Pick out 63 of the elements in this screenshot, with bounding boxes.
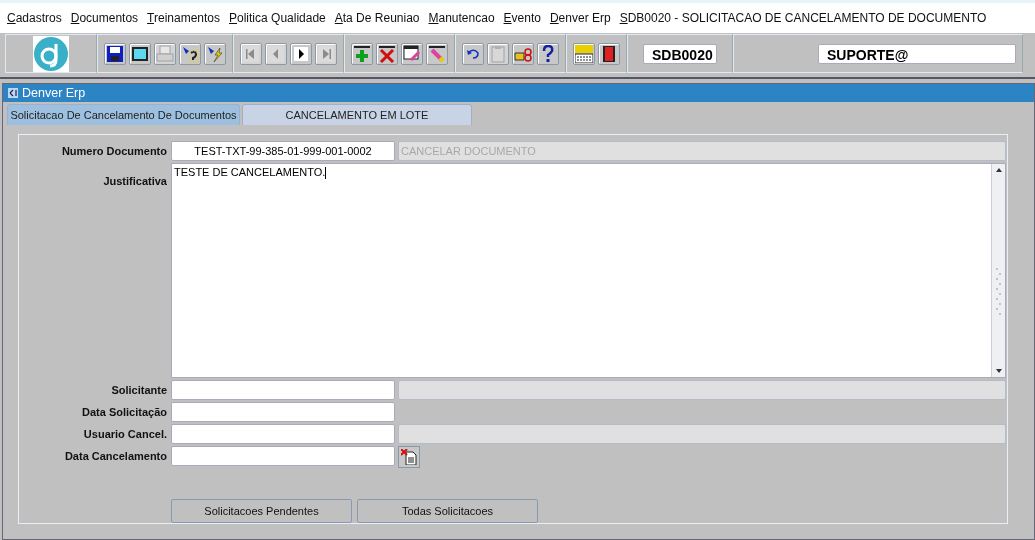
text-field[interactable] [171,402,395,422]
plus-icon [353,44,371,63]
window-icon [8,88,18,98]
edit-record-icon [403,44,421,63]
user-field: SUPORTE@ [818,43,1016,64]
query-icon [181,44,199,63]
menu-item[interactable]: Evento [503,11,541,26]
toolbar-button[interactable] [462,42,484,65]
logo-icon [33,35,69,72]
scrollbar[interactable] [991,164,1005,377]
exit-door-icon [600,44,618,63]
first-record-icon [242,44,260,63]
field-label: Numero Documento [60,145,167,157]
text-field[interactable] [171,380,395,400]
printer-icon [156,44,174,63]
text-field[interactable] [171,424,395,444]
form-code-field: SDB0020 [643,43,717,64]
clipboard-icon [489,44,507,63]
menu-item[interactable]: Manutencao [428,11,495,26]
document-clear-icon [401,449,417,465]
scroll-grip-icon[interactable] [994,265,1003,316]
previous-record-icon [267,44,285,63]
tab[interactable]: Solicitacao De Cancelamento De Documentos [7,104,240,125]
toolbar-button[interactable] [104,42,126,65]
toolbar-button[interactable] [351,42,373,65]
toolbar-button[interactable] [401,42,423,65]
last-record-icon [317,44,335,63]
calendar-button[interactable] [398,446,420,468]
field-label: Data Cancelamento [63,450,167,462]
menu-icon [575,44,593,63]
field-label: Justificativa [102,174,167,187]
menu-item[interactable]: Treinamentos [147,11,220,26]
delete-icon [378,44,396,63]
monitor-icon [131,44,149,63]
toolbar-button[interactable] [204,42,226,65]
menu-item[interactable]: Cadastros [7,11,62,26]
toolbar-button[interactable] [598,42,620,65]
menu-item[interactable]: SDB0020 - SOLICITACAO DE CANCELAMENTO DE DOCUMENTO [619,11,987,26]
action-button[interactable]: Todas Solicitacoes [357,499,538,523]
lightning-icon [206,44,224,63]
text-field[interactable] [171,446,395,466]
action-button[interactable]: Solicitacoes Pendentes [171,499,352,523]
menu-item[interactable]: Ata De Reuniao [334,11,420,26]
menu-item[interactable]: Denver Erp [549,11,611,26]
toolbar-button[interactable] [129,42,151,65]
field-label: Usuario Cancel. [82,428,167,440]
menu-item[interactable]: Politica Qualidade [229,11,326,26]
toolbar-button[interactable] [290,42,312,65]
text-area[interactable]: TESTE DE CANCELAMENTO. [171,163,1006,378]
toolbar-button[interactable] [537,42,559,65]
tab[interactable]: CANCELAMENTO EM LOTE [242,104,472,125]
save-icon [106,44,124,63]
toolbar-button[interactable] [376,42,398,65]
menu-item[interactable]: Documentos [70,11,139,26]
next-record-icon [292,44,310,63]
field-label: Solicitante [110,384,167,396]
window-title: Denver Erp [22,86,86,100]
eraser-icon [428,44,446,63]
text-field[interactable]: TEST-TXT-99-385-01-999-001-0002 [171,141,395,161]
text-value: TESTE DE CANCELAMENTO. [173,165,328,182]
toolbar-button[interactable] [179,42,201,65]
field-label: Data Solicitação [81,406,167,418]
toolbar-button[interactable] [426,42,448,65]
